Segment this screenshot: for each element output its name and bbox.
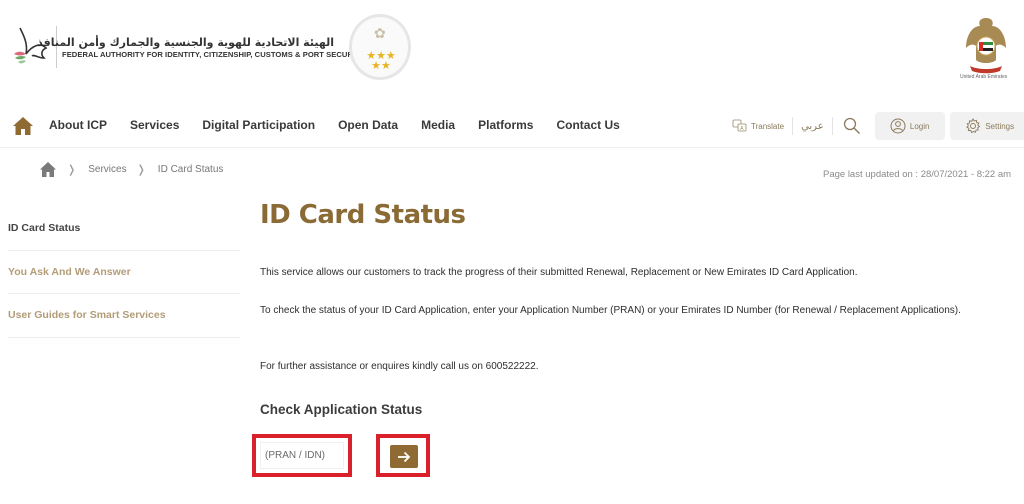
nav-utilities: A Translate عربي Login Settings bbox=[732, 112, 1024, 140]
login-label: Login bbox=[909, 121, 930, 131]
application-number-input[interactable] bbox=[260, 442, 344, 469]
submit-status-button[interactable] bbox=[390, 445, 418, 468]
page-last-updated: Page last updated on : 28/07/2021 - 8:22… bbox=[823, 169, 1012, 180]
uae-emblem-icon bbox=[966, 18, 1006, 74]
settings-label: Settings bbox=[985, 121, 1015, 131]
breadcrumb-current: ID Card Status bbox=[157, 164, 224, 175]
nav-item-media[interactable]: Media bbox=[421, 118, 455, 132]
emblem-label: United Arab Emirates bbox=[960, 74, 1008, 80]
org-name-arabic: الهيئة الاتحادية للهوية والجنسية والجمار… bbox=[37, 36, 334, 49]
divider bbox=[831, 117, 833, 135]
input-highlight-box bbox=[252, 434, 352, 477]
service-description: This service allows our customers to tra… bbox=[260, 267, 858, 278]
instructions-text: To check the status of your ID Card Appl… bbox=[260, 305, 961, 316]
award-stars: ★★★ ★★ bbox=[366, 50, 396, 72]
translate-button[interactable]: A Translate bbox=[732, 119, 784, 133]
gear-icon bbox=[966, 118, 981, 134]
user-icon bbox=[890, 118, 906, 134]
settings-button[interactable]: Settings bbox=[949, 112, 1024, 140]
sidebar-item-user-guides[interactable]: User Guides for Smart Services bbox=[8, 294, 240, 338]
nav-item-about-icp[interactable]: About ICP bbox=[49, 118, 107, 132]
check-status-heading: Check Application Status bbox=[260, 402, 423, 417]
sidebar-item-you-ask-we-answer[interactable]: You Ask And We Answer bbox=[8, 251, 240, 294]
home-icon[interactable] bbox=[12, 116, 34, 136]
login-button[interactable]: Login bbox=[874, 112, 945, 140]
nav-item-platforms[interactable]: Platforms bbox=[478, 118, 533, 132]
main-nav: About ICP Services Digital Participation… bbox=[0, 104, 1024, 148]
translate-label: Translate bbox=[751, 121, 785, 131]
site-header: الهيئة الاتحادية للهوية والجنسية والجمار… bbox=[0, 0, 1024, 100]
award-flower-icon: ✿ bbox=[374, 25, 386, 41]
sidebar: ID Card Status You Ask And We Answer Use… bbox=[8, 207, 240, 338]
arabic-language-link[interactable]: عربي bbox=[801, 121, 824, 132]
divider bbox=[792, 117, 794, 135]
sidebar-item-id-card-status[interactable]: ID Card Status bbox=[8, 207, 240, 251]
button-highlight-box bbox=[376, 434, 430, 477]
search-icon[interactable] bbox=[843, 117, 861, 135]
nav-item-open-data[interactable]: Open Data bbox=[338, 118, 398, 132]
page-title: ID Card Status bbox=[260, 200, 466, 230]
award-badge: ✿ ★★★ ★★ bbox=[349, 14, 411, 80]
org-name-english: FEDERAL AUTHORITY FOR IDENTITY, CITIZENS… bbox=[62, 50, 365, 59]
breadcrumb-separator: ❭ bbox=[136, 164, 146, 176]
nav-item-digital-participation[interactable]: Digital Participation bbox=[202, 118, 315, 132]
breadcrumb-home-icon[interactable] bbox=[39, 161, 57, 178]
nav-menu: About ICP Services Digital Participation… bbox=[49, 118, 643, 132]
assistance-text: For further assistance or enquires kindl… bbox=[260, 361, 539, 372]
breadcrumb-services[interactable]: Services bbox=[88, 164, 126, 175]
main-content: ID Card Status This service allows our c… bbox=[252, 200, 1010, 477]
nav-item-services[interactable]: Services bbox=[130, 118, 179, 132]
nav-item-contact-us[interactable]: Contact Us bbox=[556, 118, 619, 132]
translate-icon: A bbox=[732, 119, 747, 132]
breadcrumb: ❭ Services ❭ ID Card Status bbox=[39, 161, 223, 178]
arrow-right-icon bbox=[398, 451, 411, 462]
breadcrumb-separator: ❭ bbox=[67, 164, 77, 176]
